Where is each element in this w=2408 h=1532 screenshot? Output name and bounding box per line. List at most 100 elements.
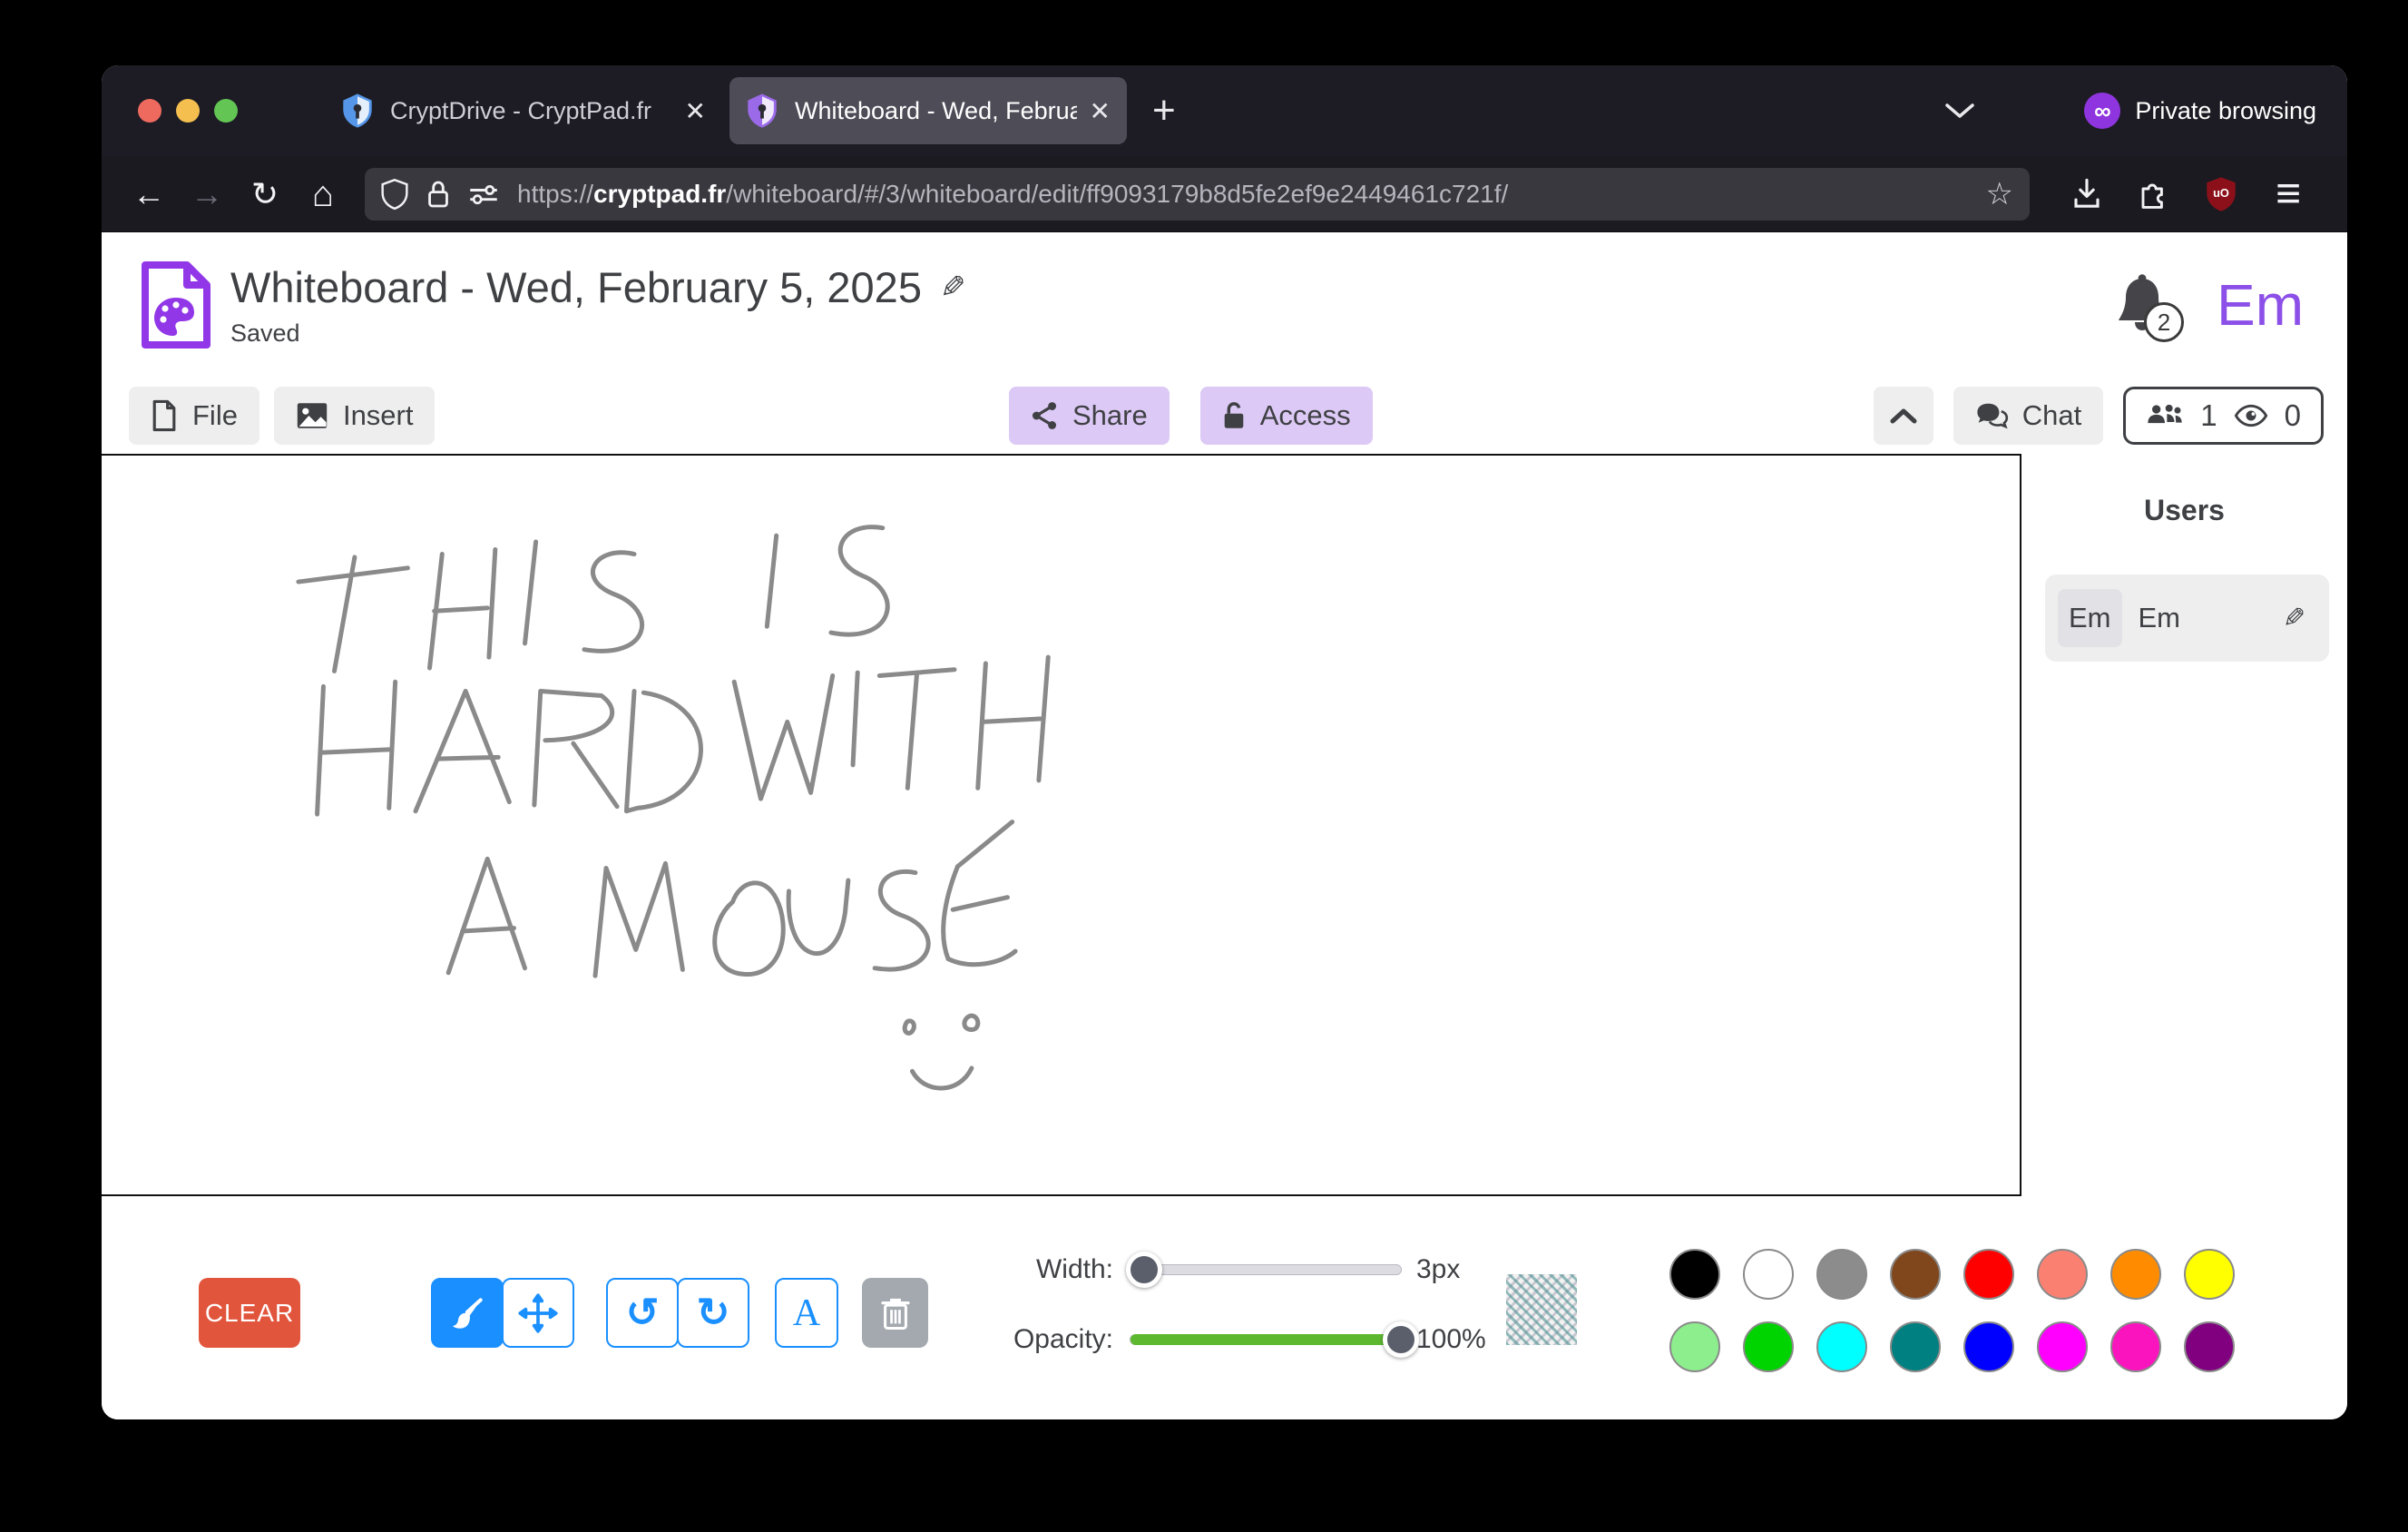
tab-close-icon[interactable]: ✕ bbox=[685, 96, 706, 126]
window-controls[interactable] bbox=[138, 99, 238, 123]
url-path: /whiteboard/#/3/whiteboard/edit/ff909317… bbox=[726, 180, 1508, 208]
url-text[interactable]: https://cryptpad.fr/whiteboard/#/3/white… bbox=[517, 180, 1975, 209]
delete-button[interactable] bbox=[862, 1278, 928, 1348]
text-tool-button[interactable]: A bbox=[775, 1278, 838, 1348]
edit-title-pencil-icon[interactable]: ✎ bbox=[940, 270, 966, 306]
drawing-toolbar: CLEAR ↺ ↻ A Width: 3px Opacity: bbox=[102, 1196, 2347, 1419]
color-swatch[interactable] bbox=[2037, 1249, 2088, 1300]
eye-icon bbox=[2234, 403, 2268, 428]
clear-button[interactable]: CLEAR bbox=[199, 1278, 300, 1348]
color-swatch[interactable] bbox=[1743, 1249, 1794, 1300]
tab-close-icon[interactable]: ✕ bbox=[1090, 96, 1111, 126]
main-area: Users Em Em ✎ bbox=[102, 454, 2347, 1196]
chat-label: Chat bbox=[2022, 399, 2081, 432]
share-icon bbox=[1031, 401, 1058, 430]
width-slider-thumb[interactable] bbox=[1126, 1252, 1162, 1288]
forward-button[interactable]: → bbox=[178, 178, 236, 211]
home-button[interactable]: ⌂ bbox=[294, 176, 352, 212]
users-panel: Users Em Em ✎ bbox=[2021, 454, 2347, 1196]
app-header: Whiteboard - Wed, February 5, 2025 ✎ Sav… bbox=[102, 232, 2347, 378]
private-browsing-indicator: ∞ Private browsing bbox=[2084, 93, 2316, 129]
url-bar[interactable]: https://cryptpad.fr/whiteboard/#/3/white… bbox=[365, 168, 2030, 221]
notifications-button[interactable]: 2 bbox=[2113, 273, 2171, 337]
whiteboard-document-icon bbox=[138, 261, 210, 349]
lock-icon[interactable] bbox=[426, 179, 450, 210]
width-value: 3px bbox=[1416, 1254, 1460, 1285]
width-slider[interactable] bbox=[1130, 1264, 1402, 1275]
move-tool-button[interactable] bbox=[502, 1278, 574, 1348]
redo-button[interactable]: ↻ bbox=[677, 1278, 749, 1348]
svg-text:uO: uO bbox=[2213, 185, 2229, 199]
tab-title: Whiteboard - Wed, February 5, 2 bbox=[795, 97, 1077, 125]
ublock-origin-icon[interactable]: uO bbox=[2188, 176, 2255, 212]
tab-strip: CryptDrive - CryptPad.fr ✕ Whiteboard - … bbox=[102, 65, 2347, 156]
downloads-button[interactable] bbox=[2053, 178, 2120, 211]
url-scheme: https:// bbox=[517, 180, 593, 208]
back-button[interactable]: ← bbox=[120, 178, 178, 211]
color-swatch[interactable] bbox=[1963, 1249, 2014, 1300]
color-swatch[interactable] bbox=[1963, 1321, 2014, 1372]
color-swatch[interactable] bbox=[1669, 1321, 1720, 1372]
user-avatar: Em bbox=[2058, 589, 2122, 647]
color-swatch[interactable] bbox=[1890, 1249, 1941, 1300]
viewers-count: 0 bbox=[2285, 398, 2301, 433]
access-button[interactable]: Access bbox=[1200, 387, 1373, 445]
user-name: Em bbox=[2139, 602, 2181, 634]
tab-whiteboard[interactable]: Whiteboard - Wed, February 5, 2 ✕ bbox=[729, 77, 1127, 144]
tracking-protection-shield-icon[interactable] bbox=[381, 179, 408, 210]
users-icon bbox=[2146, 401, 2184, 430]
account-avatar[interactable]: Em bbox=[2217, 271, 2304, 339]
presence-counter[interactable]: 1 0 bbox=[2123, 387, 2324, 445]
color-swatch[interactable] bbox=[2037, 1321, 2088, 1372]
color-swatch[interactable] bbox=[2110, 1249, 2161, 1300]
user-list-item: Em Em ✎ bbox=[2045, 574, 2329, 662]
page-title: Whiteboard - Wed, February 5, 2025 bbox=[230, 262, 922, 312]
chat-button[interactable]: Chat bbox=[1953, 387, 2103, 445]
chevron-up-icon bbox=[1890, 408, 1917, 424]
users-heading: Users bbox=[2021, 494, 2347, 527]
color-swatch[interactable] bbox=[1669, 1249, 1720, 1300]
share-button[interactable]: Share bbox=[1009, 387, 1170, 445]
undo-button[interactable]: ↺ bbox=[606, 1278, 679, 1348]
chat-icon bbox=[1975, 401, 2008, 430]
url-domain: cryptpad.fr bbox=[593, 180, 726, 208]
color-swatch[interactable] bbox=[2184, 1321, 2235, 1372]
insert-menu-button[interactable]: Insert bbox=[274, 387, 436, 445]
collapse-toolbar-button[interactable] bbox=[1874, 387, 1933, 445]
color-swatch[interactable] bbox=[1743, 1321, 1794, 1372]
menu-hamburger-icon[interactable]: ≡ bbox=[2255, 172, 2322, 216]
new-tab-button[interactable]: + bbox=[1152, 91, 1176, 131]
permissions-icon[interactable] bbox=[468, 181, 499, 208]
access-label: Access bbox=[1260, 399, 1351, 432]
color-swatch[interactable] bbox=[2110, 1321, 2161, 1372]
desktop: { "browser": { "tabs": [ { "title": "Cry… bbox=[0, 0, 2408, 1532]
opacity-label: Opacity: bbox=[986, 1324, 1113, 1355]
color-swatch[interactable] bbox=[2184, 1249, 2235, 1300]
tab-cryptdrive[interactable]: CryptDrive - CryptPad.fr ✕ bbox=[325, 77, 722, 144]
color-palette bbox=[1669, 1249, 2214, 1378]
color-swatch[interactable] bbox=[1890, 1321, 1941, 1372]
image-icon bbox=[296, 401, 328, 430]
color-swatch[interactable] bbox=[1816, 1321, 1867, 1372]
minimize-window-button[interactable] bbox=[176, 99, 200, 123]
brush-tool-button[interactable] bbox=[431, 1278, 504, 1348]
brush-pattern-preview[interactable] bbox=[1506, 1274, 1577, 1345]
file-menu-button[interactable]: File bbox=[129, 387, 259, 445]
extensions-puzzle-icon[interactable] bbox=[2120, 178, 2188, 211]
opacity-slider[interactable] bbox=[1130, 1334, 1402, 1345]
tab-list-chevron-down-icon[interactable] bbox=[1944, 102, 1975, 120]
unlock-icon bbox=[1222, 401, 1246, 430]
edit-user-name-pencil-icon[interactable]: ✎ bbox=[2283, 603, 2305, 634]
close-window-button[interactable] bbox=[138, 99, 162, 123]
private-browsing-mask-icon: ∞ bbox=[2084, 93, 2120, 129]
maximize-window-button[interactable] bbox=[214, 99, 238, 123]
color-swatch[interactable] bbox=[1816, 1249, 1867, 1300]
editors-count: 1 bbox=[2200, 398, 2217, 433]
private-browsing-label: Private browsing bbox=[2135, 97, 2316, 125]
bookmark-star-icon[interactable]: ☆ bbox=[1986, 176, 2013, 212]
whiteboard-canvas[interactable] bbox=[102, 454, 2021, 1196]
navigation-toolbar: ← → ↻ ⌂ https://cryptpad.fr/whiteboard/#… bbox=[102, 156, 2347, 232]
opacity-slider-thumb[interactable] bbox=[1383, 1321, 1419, 1358]
whiteboard-drawing bbox=[102, 456, 2020, 1194]
reload-button[interactable]: ↻ bbox=[236, 178, 294, 211]
